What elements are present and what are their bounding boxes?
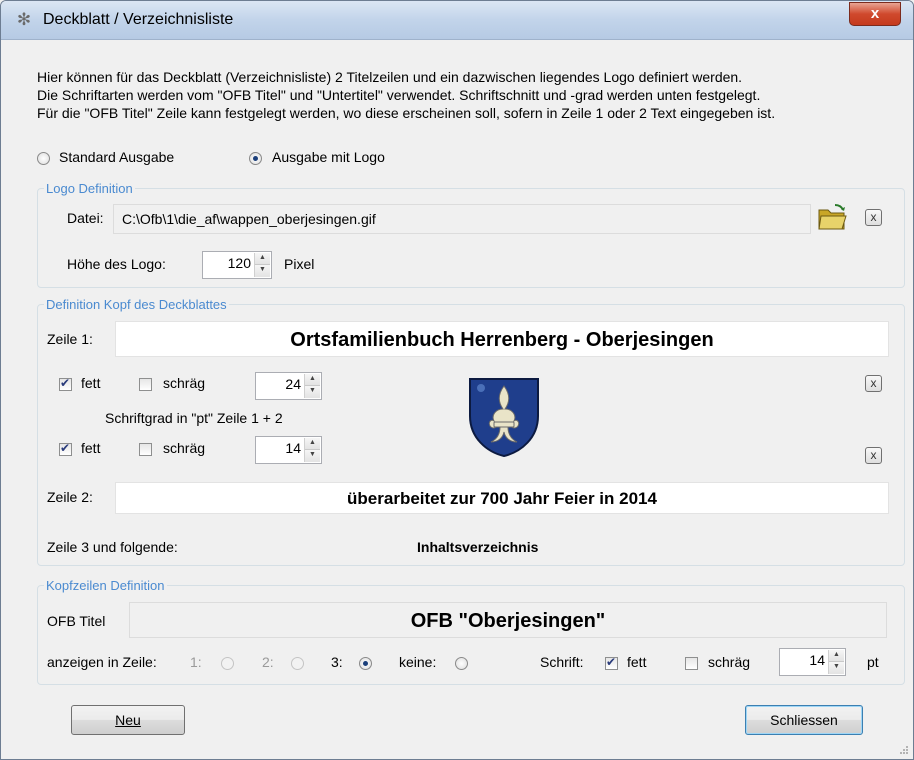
row2-fett-checkbox[interactable] bbox=[59, 441, 72, 456]
logo-height-label: Höhe des Logo: bbox=[67, 256, 166, 272]
schliessen-button[interactable]: Schliessen bbox=[745, 705, 863, 735]
standard-output-radio[interactable] bbox=[37, 152, 50, 165]
spin-up-arrow-icon[interactable]: ▲ bbox=[829, 650, 844, 662]
clear-logo-button[interactable]: x bbox=[865, 209, 882, 226]
spin-down-arrow-icon[interactable]: ▼ bbox=[829, 662, 844, 674]
zeile2-option-radio[interactable] bbox=[291, 657, 304, 670]
row1-schraeg-checkbox[interactable] bbox=[139, 378, 152, 391]
intro-line-3: Für die "OFB Titel" Zeile kann festgeleg… bbox=[37, 105, 776, 121]
zeile1-option-radio[interactable] bbox=[221, 657, 234, 670]
clear-row1-button[interactable]: x bbox=[865, 375, 882, 392]
zeile1-input[interactable]: Ortsfamilienbuch Herrenberg - Oberjesing… bbox=[115, 321, 889, 357]
kopf-fett-label: fett bbox=[627, 654, 647, 670]
row1-fett-checkbox[interactable] bbox=[59, 376, 72, 391]
clear-row2-button[interactable]: x bbox=[865, 447, 882, 464]
spin-up-arrow-icon[interactable]: ▲ bbox=[255, 253, 270, 265]
spin-down-arrow-icon[interactable]: ▼ bbox=[305, 450, 320, 462]
keine-option-label: keine: bbox=[399, 654, 437, 670]
row2-schraeg-label: schräg bbox=[163, 440, 206, 456]
zeile2-input[interactable]: überarbeitet zur 700 Jahr Feier in 2014 bbox=[115, 482, 889, 514]
intro-line-2: Die Schriftarten werden vom "OFB Titel" … bbox=[37, 87, 761, 103]
logo-definition-group bbox=[37, 188, 905, 288]
zeile3-option-label: 3: bbox=[331, 654, 343, 670]
window-title: Deckblatt / Verzeichnisliste bbox=[43, 11, 234, 28]
spin-up-arrow-icon[interactable]: ▲ bbox=[305, 438, 320, 450]
row2-fett-label: fett bbox=[81, 440, 101, 456]
standard-output-label: Standard Ausgabe bbox=[59, 149, 175, 165]
keine-option-radio[interactable] bbox=[455, 657, 468, 670]
spin-up-arrow-icon[interactable]: ▲ bbox=[305, 374, 320, 386]
schriftgrad-label: Schriftgrad in "pt" Zeile 1 + 2 bbox=[105, 410, 283, 426]
kopf-fett-checkbox[interactable] bbox=[605, 655, 618, 670]
zeile2-label: Zeile 2: bbox=[47, 489, 93, 505]
row1-schraeg-label: schräg bbox=[163, 375, 206, 391]
kopf-size-unit: pt bbox=[867, 654, 879, 670]
dialog-window: ✻ Deckblatt / Verzeichnisliste x Hier kö… bbox=[0, 0, 914, 760]
logo-height-spinner[interactable]: 120 ▲ ▼ bbox=[202, 251, 272, 279]
ofb-titel-label: OFB Titel bbox=[47, 613, 106, 629]
row1-size-spinner[interactable]: 24 ▲ ▼ bbox=[255, 372, 322, 400]
logo-output-label: Ausgabe mit Logo bbox=[272, 149, 385, 165]
coat-of-arms-logo bbox=[469, 378, 539, 458]
kopfzeilen-definition-title: Kopfzeilen Definition bbox=[44, 578, 167, 593]
zeile2-option-label: 2: bbox=[262, 654, 274, 670]
zeile3-value: Inhaltsverzeichnis bbox=[417, 539, 539, 555]
logo-definition-title: Logo Definition bbox=[44, 181, 135, 196]
zeile3-option-radio[interactable] bbox=[359, 657, 372, 670]
kopf-schraeg-label: schräg bbox=[708, 654, 751, 670]
kopf-schraeg-checkbox[interactable] bbox=[685, 657, 698, 670]
kopf-size-spinner[interactable]: 14 ▲ ▼ bbox=[779, 648, 846, 676]
logo-output-radio[interactable] bbox=[249, 152, 262, 165]
logo-file-field[interactable]: C:\Ofb\1\die_af\wappen_oberjesingen.gif bbox=[113, 204, 811, 234]
row2-schraeg-checkbox[interactable] bbox=[139, 443, 152, 456]
zeile1-option-label: 1: bbox=[190, 654, 202, 670]
spin-down-arrow-icon[interactable]: ▼ bbox=[305, 386, 320, 398]
schrift-label: Schrift: bbox=[540, 654, 584, 670]
file-label: Datei: bbox=[67, 210, 104, 226]
title-bar[interactable]: ✻ Deckblatt / Verzeichnisliste x bbox=[1, 1, 913, 40]
open-folder-icon[interactable] bbox=[817, 202, 847, 232]
intro-line-1: Hier können für das Deckblatt (Verzeichn… bbox=[37, 69, 743, 85]
neu-button[interactable]: Neu bbox=[71, 705, 185, 735]
zeile1-label: Zeile 1: bbox=[47, 331, 93, 347]
resize-grip-icon[interactable] bbox=[899, 745, 909, 755]
anzeigen-label: anzeigen in Zeile: bbox=[47, 654, 157, 670]
spin-down-arrow-icon[interactable]: ▼ bbox=[255, 265, 270, 277]
row2-size-spinner[interactable]: 14 ▲ ▼ bbox=[255, 436, 322, 464]
logo-height-unit: Pixel bbox=[284, 256, 315, 272]
close-button[interactable]: x bbox=[849, 2, 901, 26]
ofb-titel-field[interactable]: OFB "Oberjesingen" bbox=[129, 602, 887, 638]
kopf-definition-title: Definition Kopf des Deckblattes bbox=[44, 297, 229, 312]
app-icon: ✻ bbox=[16, 10, 32, 29]
zeile3-label: Zeile 3 und folgende: bbox=[47, 539, 178, 555]
row1-fett-label: fett bbox=[81, 375, 101, 391]
